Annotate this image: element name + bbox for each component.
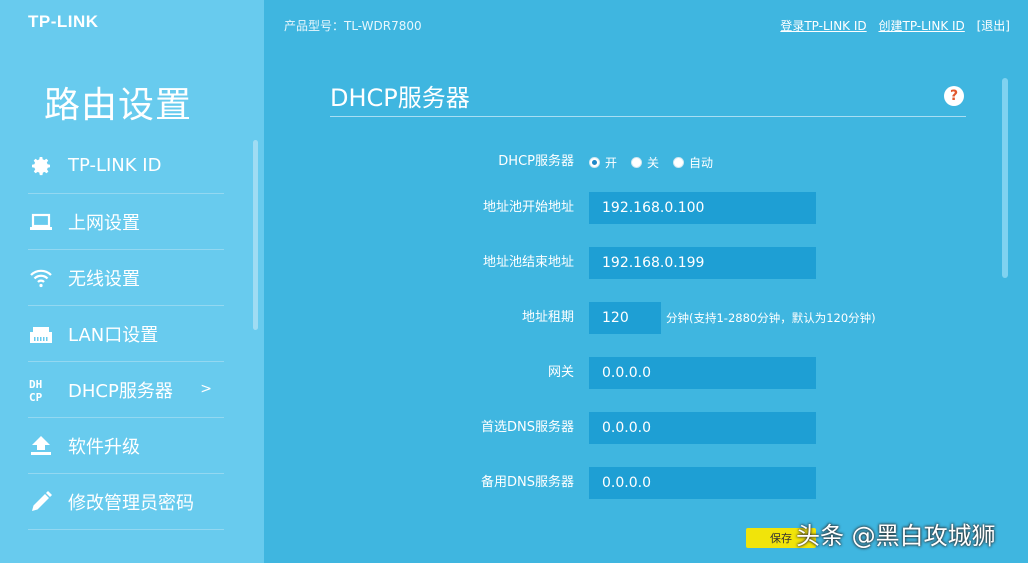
pool-end-label: 地址池结束地址 [482, 255, 574, 270]
dhcp-auto-radio[interactable]: 自动 [673, 154, 713, 171]
logout-link[interactable]: [退出] [977, 19, 1010, 33]
gateway-label: 网关 [547, 365, 574, 380]
secondary-dns-input[interactable]: 0.0.0.0 [589, 467, 816, 499]
help-icon[interactable]: ? [944, 86, 964, 106]
radio-dot-icon [589, 156, 600, 168]
pool-end-input[interactable]: 192.168.0.199 [589, 247, 816, 279]
sidebar: TP-LINK 路由设置 TP-LINK ID 上网设置 无线设置 LAN口设置 [0, 0, 264, 563]
gear-icon [28, 153, 54, 179]
radio-dot-icon [631, 156, 643, 168]
sidebar-item-label: DHCP服务器 [68, 380, 173, 402]
primary-dns-input[interactable]: 0.0.0.0 [589, 412, 816, 444]
watermark: 头条 @黑白攻城狮 [796, 522, 996, 550]
sidebar-item-tplink-id[interactable]: TP-LINK ID [28, 138, 224, 194]
lan-port-icon [28, 321, 54, 347]
dhcp-server-row: DHCP服务器 开 关 自动 [330, 146, 970, 178]
sidebar-item-label: LAN口设置 [68, 324, 159, 346]
gateway-row: 网关 0.0.0.0 [330, 357, 970, 389]
tp-link-logo: TP-LINK [28, 12, 99, 31]
pool-start-label: 地址池开始地址 [482, 200, 574, 215]
primary-dns-row: 首选DNS服务器 0.0.0.0 [330, 412, 970, 444]
create-tplink-id-link[interactable]: 创建TP-LINK ID [878, 19, 964, 33]
top-bar: 产品型号：TL-WDR7800 登录TP-LINK ID 创建TP-LINK I… [264, 0, 1028, 50]
lease-hint: 分钟(支持1-2880分钟，默认为120分钟) [666, 311, 876, 325]
laptop-icon [28, 209, 54, 235]
upload-icon [28, 433, 54, 459]
sidebar-title: 路由设置 [44, 85, 193, 126]
svg-text:DH: DH [29, 378, 42, 391]
lease-input[interactable]: 120 [589, 302, 661, 334]
title-divider [330, 116, 966, 117]
page-title: DHCP服务器 [330, 84, 470, 112]
account-links: 登录TP-LINK ID 创建TP-LINK ID [退出] [772, 17, 1010, 34]
pool-end-row: 地址池结束地址 192.168.0.199 [330, 247, 970, 279]
lease-row: 地址租期 120 分钟(支持1-2880分钟，默认为120分钟) [330, 302, 970, 334]
dhcp-on-radio[interactable]: 开 [589, 154, 617, 171]
pencil-icon [28, 489, 54, 515]
sidebar-item-label: 软件升级 [68, 436, 140, 458]
dhcp-server-label: DHCP服务器 [498, 154, 574, 169]
lease-label: 地址租期 [521, 310, 574, 325]
dhcp-server-radio-group: 开 关 自动 [589, 146, 727, 178]
pool-start-input[interactable]: 192.168.0.100 [589, 192, 816, 224]
sidebar-item-label: 上网设置 [68, 212, 140, 234]
svg-text:CP: CP [29, 391, 43, 403]
secondary-dns-label: 备用DNS服务器 [481, 475, 574, 490]
sidebar-item-lan[interactable]: LAN口设置 [28, 306, 224, 362]
sidebar-item-label: TP-LINK ID [68, 155, 162, 176]
chevron-right-icon: > [200, 381, 212, 397]
login-tplink-id-link[interactable]: 登录TP-LINK ID [780, 19, 866, 33]
main-scrollbar[interactable] [1002, 78, 1008, 278]
sidebar-item-admin-password[interactable]: 修改管理员密码 [28, 474, 224, 530]
wifi-icon [28, 265, 54, 291]
sidebar-item-dhcp[interactable]: DH CP DHCP服务器 > [28, 362, 224, 418]
sidebar-item-upgrade[interactable]: 软件升级 [28, 418, 224, 474]
sidebar-item-wireless[interactable]: 无线设置 [28, 250, 224, 306]
product-model: 产品型号：TL-WDR7800 [284, 19, 422, 33]
sidebar-item-label: 无线设置 [68, 268, 140, 290]
secondary-dns-row: 备用DNS服务器 0.0.0.0 [330, 467, 970, 499]
sidebar-nav: TP-LINK ID 上网设置 无线设置 LAN口设置 DH CP DHCP服务器 [28, 138, 224, 530]
pool-start-row: 地址池开始地址 192.168.0.100 [330, 192, 970, 224]
sidebar-item-internet[interactable]: 上网设置 [28, 194, 224, 250]
dhcp-icon: DH CP [28, 377, 54, 403]
gateway-input[interactable]: 0.0.0.0 [589, 357, 816, 389]
sidebar-scrollbar[interactable] [253, 140, 258, 330]
sidebar-item-label: 修改管理员密码 [68, 492, 194, 514]
radio-dot-icon [673, 156, 685, 168]
dhcp-off-radio[interactable]: 关 [631, 154, 659, 171]
primary-dns-label: 首选DNS服务器 [481, 420, 574, 435]
